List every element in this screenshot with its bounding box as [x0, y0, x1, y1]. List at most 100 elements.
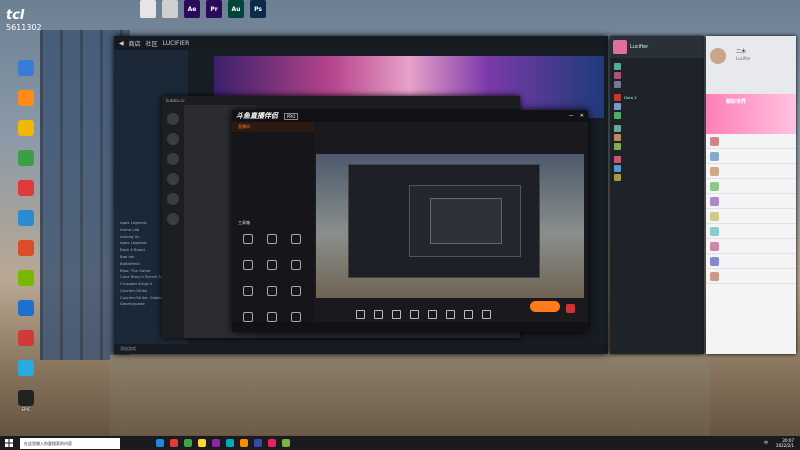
sidebar-item[interactable]: [232, 152, 314, 162]
taskbar-app-icon[interactable]: [226, 439, 234, 447]
desktop-icon[interactable]: [4, 210, 48, 244]
sidebar-item[interactable]: [232, 142, 314, 152]
server-icon[interactable]: [167, 213, 179, 225]
stream-preview[interactable]: [316, 154, 584, 298]
tool-button[interactable]: [261, 283, 283, 305]
tool-button[interactable]: [285, 257, 307, 279]
control-button[interactable]: [482, 309, 491, 321]
desktop-icon[interactable]: [4, 120, 48, 154]
friend-row[interactable]: [610, 133, 704, 142]
friend-row[interactable]: [610, 80, 704, 89]
avatar[interactable]: [613, 40, 627, 54]
desktop-icon[interactable]: [4, 360, 48, 394]
sidebar-item[interactable]: 直播间: [232, 122, 314, 132]
taskbar-app-icon[interactable]: [240, 439, 248, 447]
friend-row[interactable]: [610, 155, 704, 164]
library-item[interactable]: [114, 50, 188, 57]
audition-icon[interactable]: Au: [228, 0, 244, 18]
close-icon[interactable]: ✕: [580, 113, 584, 119]
tool-button[interactable]: [261, 257, 283, 279]
taskbar-app-icon[interactable]: [268, 439, 276, 447]
friend-row[interactable]: [610, 102, 704, 111]
chat-contact-row[interactable]: [706, 239, 796, 254]
friend-row[interactable]: [610, 164, 704, 173]
taskbar-app-icon[interactable]: [282, 439, 290, 447]
sidebar-item[interactable]: [232, 182, 314, 192]
steam-nav-store[interactable]: 商店: [129, 39, 141, 48]
clock[interactable]: 20:07 2022/2/1: [776, 438, 794, 448]
sidebar-item[interactable]: [232, 132, 314, 142]
desktop-icon[interactable]: EPIC: [4, 390, 48, 424]
avatar[interactable]: [710, 48, 726, 64]
control-button[interactable]: [356, 309, 365, 321]
chat-contact-row[interactable]: [706, 269, 796, 284]
control-button[interactable]: [464, 309, 473, 321]
library-item[interactable]: [114, 70, 188, 77]
taskbar-app-icon[interactable]: [170, 439, 178, 447]
chat-contact-row[interactable]: [706, 134, 796, 149]
tool-button[interactable]: [237, 283, 259, 305]
desktop-icon[interactable]: [4, 270, 48, 304]
tool-button[interactable]: [237, 231, 259, 253]
taskbar-search-input[interactable]: 在这里输入你要搜索的内容: [20, 437, 120, 449]
steam-nav-user[interactable]: LUCIFIER: [163, 40, 190, 47]
chat-contact-row[interactable]: [706, 164, 796, 179]
server-icon[interactable]: [167, 173, 179, 185]
server-icon[interactable]: [167, 133, 179, 145]
desktop-icon[interactable]: [4, 300, 48, 334]
taskbar-app-icon[interactable]: [212, 439, 220, 447]
desktop-icon[interactable]: [4, 150, 48, 184]
tool-button[interactable]: [261, 231, 283, 253]
taskbar-app-icon[interactable]: [184, 439, 192, 447]
steam-back-icon[interactable]: ◀: [119, 40, 124, 47]
server-icon[interactable]: [167, 193, 179, 205]
desktop-icon[interactable]: [4, 90, 48, 124]
friend-row[interactable]: [610, 124, 704, 133]
server-icon[interactable]: [167, 113, 179, 125]
steam-nav-community[interactable]: 社区: [146, 39, 158, 48]
friend-row[interactable]: [610, 142, 704, 151]
library-item[interactable]: [114, 57, 188, 64]
control-button[interactable]: [410, 309, 419, 321]
friend-row[interactable]: [610, 173, 704, 182]
premiere-icon[interactable]: Pr: [206, 0, 222, 18]
chat-contact-row[interactable]: [706, 179, 796, 194]
chat-banner[interactable]: 精彩世界: [706, 94, 796, 134]
control-button[interactable]: [428, 309, 437, 321]
sidebar-item[interactable]: [232, 192, 314, 202]
chat-contact-row[interactable]: [706, 209, 796, 224]
friend-row[interactable]: [610, 71, 704, 80]
sidebar-item[interactable]: [232, 172, 314, 182]
friend-row[interactable]: [610, 62, 704, 71]
taskbar-app-icon[interactable]: [156, 439, 164, 447]
friend-row[interactable]: Dota 2: [610, 93, 704, 102]
desktop-icon[interactable]: [4, 330, 48, 364]
server-icon[interactable]: [167, 153, 179, 165]
desktop-icon[interactable]: [4, 180, 48, 214]
control-button[interactable]: [446, 309, 455, 321]
control-button[interactable]: [374, 309, 383, 321]
document-icon[interactable]: [162, 0, 178, 18]
chat-contact-row[interactable]: [706, 254, 796, 269]
steam-add-game[interactable]: 添加游戏: [114, 344, 608, 354]
tool-button[interactable]: [285, 283, 307, 305]
photoshop-icon[interactable]: Ps: [250, 0, 266, 18]
sidebar-item[interactable]: [232, 162, 314, 172]
chat-contact-row[interactable]: [706, 224, 796, 239]
library-item[interactable]: [114, 64, 188, 71]
after-effects-icon[interactable]: Ae: [184, 0, 200, 18]
desktop-icon[interactable]: [4, 240, 48, 274]
chat-contact-row[interactable]: [706, 149, 796, 164]
taskbar-app-icon[interactable]: [254, 439, 262, 447]
desktop-icon[interactable]: [4, 60, 48, 94]
stop-button[interactable]: [566, 304, 575, 313]
ime-indicator[interactable]: 中: [764, 440, 768, 446]
windows-start-icon[interactable]: [0, 436, 18, 450]
document-icon[interactable]: [140, 0, 156, 18]
start-stream-button[interactable]: [530, 301, 560, 312]
library-item[interactable]: [114, 77, 188, 84]
chat-contact-row[interactable]: [706, 194, 796, 209]
friend-row[interactable]: [610, 111, 704, 120]
tool-button[interactable]: [285, 231, 307, 253]
library-item[interactable]: [114, 84, 188, 91]
